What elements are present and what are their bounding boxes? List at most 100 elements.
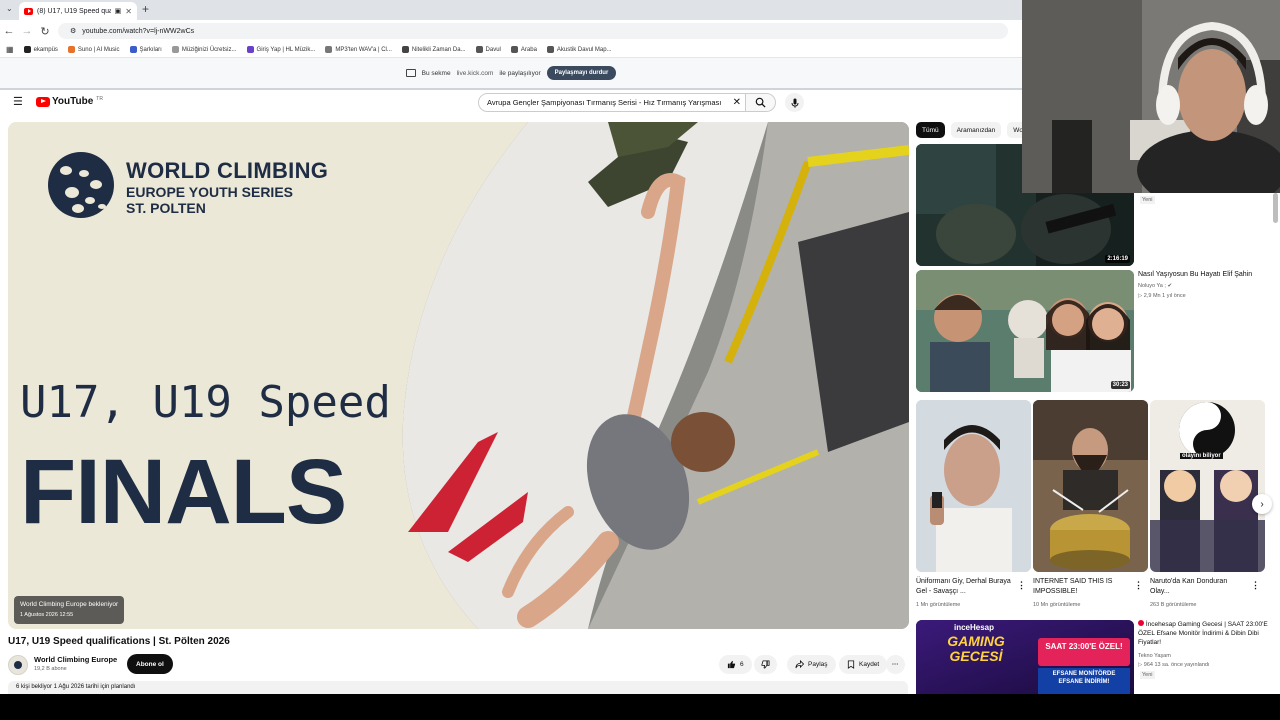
podcast-cat-image — [916, 270, 1134, 392]
share-button[interactable]: Paylaş — [787, 655, 836, 674]
tab-close-icon[interactable]: ✕ — [125, 7, 132, 16]
like-button[interactable]: 6 — [719, 655, 752, 674]
url-field[interactable]: ⚙ youtube.com/watch?v=lj-nWW2wCs — [58, 23, 1008, 39]
bookmark-item[interactable]: Araba — [510, 46, 537, 53]
bookmark-favicon-icon — [325, 46, 333, 53]
related-video-title[interactable]: İncehesap Gaming Gecesi | SAAT 23:00'E Ö… — [1138, 620, 1268, 647]
bookmark-icon — [847, 660, 855, 669]
related-video-thumbnail[interactable]: inceHesap GAMING GECESİ SAAT 23:00'E ÖZE… — [916, 620, 1134, 694]
brand-line-3: ST. POLTEN — [126, 200, 206, 216]
bookmark-favicon-icon — [23, 46, 31, 53]
region-code: TR — [96, 96, 103, 102]
chip-all[interactable]: Tümü — [916, 122, 945, 138]
url-text: youtube.com/watch?v=lj-nWW2wCs — [82, 27, 195, 35]
drummer-image — [1033, 400, 1148, 572]
new-badge: Yeni — [1140, 196, 1155, 204]
clear-search-icon[interactable]: ✕ — [733, 97, 741, 108]
search-icon — [755, 97, 766, 108]
short-more-icon[interactable]: ⋮ — [1134, 580, 1143, 591]
stats-text: 964 13 sa. önce yayınlandı — [1143, 662, 1210, 668]
back-icon[interactable]: ← — [0, 25, 18, 37]
banner-brand: inceHesap — [954, 623, 995, 632]
bookmarks-bar: ▦ ekampüs Suno | AI Music Şarkıları Müziğin… — [0, 42, 1022, 58]
waiting-date: 1 Ağustos 2026 12:55 — [20, 612, 74, 618]
video-player[interactable]: WORLD CLIMBING EUROPE YOUTH SERIES ST. P… — [8, 122, 909, 629]
short-title[interactable]: Naruto'da Kan Donduran Olay... — [1150, 577, 1245, 597]
youtube-favicon-icon — [24, 7, 33, 15]
carousel-next-button[interactable]: › — [1252, 494, 1272, 514]
bookmark-item[interactable]: Davul — [475, 46, 501, 53]
apps-grid-icon[interactable]: ▦ — [6, 45, 14, 54]
address-toolbar: ← → ↻ ⚙ youtube.com/watch?v=lj-nWW2wCs — [0, 20, 1022, 42]
brand-line-1: WORLD CLIMBING — [126, 158, 329, 183]
new-tab-button[interactable]: + — [142, 2, 149, 16]
channel-avatar[interactable] — [8, 655, 28, 675]
bookmark-item[interactable]: Suno | AI Music — [67, 46, 120, 53]
ad-title-text: İncehesap Gaming Gecesi | SAAT 23:00'E Ö… — [1138, 621, 1268, 646]
menu-hamburger-icon[interactable]: ☰ — [13, 97, 23, 108]
webcam-overlay — [1022, 0, 1280, 193]
live-dot-icon — [1138, 620, 1144, 626]
related-video-stats: ▷ 964 13 sa. önce yayınlandı — [1138, 661, 1210, 669]
new-badge: Yeni — [1140, 671, 1155, 679]
short-views: 1 Mn görüntüleme — [916, 602, 961, 608]
voice-search-button[interactable] — [785, 93, 804, 112]
description-meta: 6 kişi bekliyor 1 Ağu 2026 tarihi için p… — [16, 684, 136, 690]
short-thumbnail[interactable] — [916, 400, 1031, 572]
more-horizontal-icon: ··· — [892, 661, 899, 668]
bookmark-label: ekampüs — [33, 46, 58, 53]
bookmark-item[interactable]: Şarkıları — [129, 46, 162, 53]
subscribe-button[interactable]: Abone ol — [127, 654, 173, 674]
search-button[interactable] — [746, 93, 776, 112]
search-input[interactable]: Avrupa Gençler Şampiyonası Tırmanış Seri… — [478, 93, 746, 112]
naruto-image — [1150, 400, 1265, 572]
short-more-icon[interactable]: ⋮ — [1017, 580, 1026, 591]
share-label: Paylaş — [808, 661, 828, 668]
bookmark-item[interactable]: ekampüs — [23, 46, 58, 53]
more-actions-button[interactable]: ··· — [886, 655, 905, 674]
browser-tab-active[interactable]: (8) U17, U19 Speed qualifica ▣ ✕ — [19, 2, 137, 20]
related-video-thumbnail[interactable]: 30:23 — [916, 270, 1134, 392]
short-thumbnail[interactable] — [1033, 400, 1148, 572]
stop-sharing-button[interactable]: Paylaşmayı durdur — [546, 66, 617, 80]
short-thumbnail[interactable]: olayını biliyor — [1150, 400, 1265, 572]
forward-icon[interactable]: → — [18, 25, 36, 37]
like-count: 6 — [740, 661, 744, 668]
folder-icon — [475, 46, 483, 53]
tab-sharing-bar: Bu sekme live.kick.com ile paylaşılıyor … — [0, 58, 1022, 90]
chevron-right-icon: › — [1260, 498, 1264, 510]
site-info-icon[interactable]: ⚙ — [70, 27, 76, 35]
bookmark-item[interactable]: MP3'ten WAV'a | Cl... — [325, 46, 392, 53]
bookmark-item[interactable]: Nitelikli Zaman Da... — [401, 46, 466, 53]
related-video-channel: Tekno Yaşam — [1138, 653, 1171, 659]
world-climbing-logo-icon — [48, 152, 114, 218]
bookmark-item[interactable]: Akustik Davul Map... — [546, 46, 612, 53]
bookmark-item[interactable]: Giriş Yap | HL Müzik... — [246, 46, 315, 53]
thumbnail-finals: FINALS — [20, 441, 347, 543]
video-duration: 2:16:19 — [1105, 255, 1130, 263]
youtube-header: ☰ YouTube TR Avrupa Gençler Şampiyonası … — [0, 90, 1022, 116]
bookmark-label: Akustik Davul Map... — [556, 46, 612, 53]
related-video-title[interactable]: Nasıl Yaşıyosun Bu Hayatı Elif Şahin — [1138, 270, 1268, 280]
bookmark-item[interactable]: Müziğinizi Ücretsiz... — [171, 46, 237, 53]
bookmark-label: Nitelikli Zaman Da... — [411, 46, 466, 53]
bookmark-favicon-icon — [171, 46, 179, 53]
tab-search-icon[interactable]: ⌄ — [6, 4, 13, 13]
dislike-button[interactable] — [754, 655, 777, 674]
reload-icon[interactable]: ↻ — [36, 25, 54, 38]
stats-text: 2,9 Mn 1 yıl önce — [1143, 293, 1186, 299]
short-views: 263 B görüntüleme — [1150, 602, 1197, 608]
sidebar-scrollbar[interactable] — [1273, 193, 1278, 223]
youtube-logo[interactable]: YouTube TR — [36, 96, 103, 107]
short-title[interactable]: INTERNET SAID THIS IS IMPOSSIBLE! — [1033, 577, 1128, 597]
short-more-icon[interactable]: ⋮ — [1251, 580, 1260, 591]
channel-name[interactable]: World Climbing Europe — [34, 655, 117, 664]
channel-name: Noluyo Ya ; — [1138, 283, 1166, 289]
youtube-play-logo-icon — [36, 96, 50, 107]
related-video-channel: Noluyo Ya ; ✔ — [1138, 282, 1172, 290]
short-title[interactable]: Üniformanı Giy, Derhal Buraya Gel - Sava… — [916, 577, 1011, 597]
description-box[interactable]: 6 kişi bekliyor 1 Ağu 2026 tarihi için p… — [8, 681, 908, 694]
search-query-text: Avrupa Gençler Şampiyonası Tırmanış Seri… — [487, 98, 722, 107]
save-button[interactable]: Kaydet — [839, 655, 888, 674]
chip-from-search[interactable]: Aramanızdan — [950, 122, 1002, 138]
